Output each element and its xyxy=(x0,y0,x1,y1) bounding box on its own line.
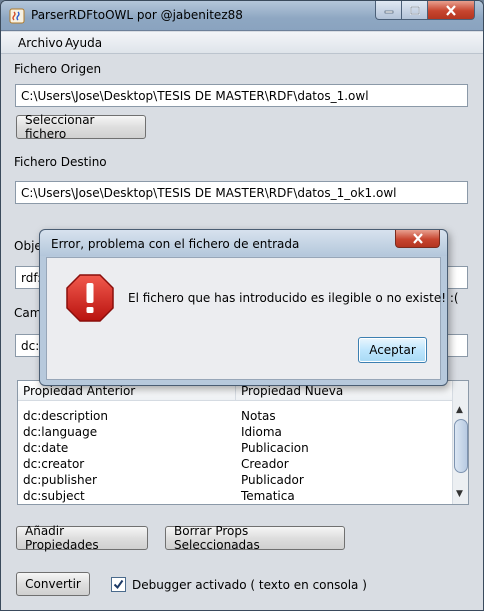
table-row[interactable]: dc:subject Tematica xyxy=(18,488,452,504)
minimize-icon xyxy=(384,10,393,14)
header-propiedad-anterior[interactable]: Propiedad Anterior xyxy=(23,384,135,398)
cell-anterior: dc:date xyxy=(23,441,69,455)
checkmark-icon xyxy=(113,579,124,590)
cell-nueva: Idioma xyxy=(241,425,282,439)
window-title: ParserRDFtoOWL por @jabenitez88 xyxy=(31,8,243,22)
table-row[interactable]: dc:description Notas xyxy=(18,408,452,424)
campo-label: Cam xyxy=(14,306,42,320)
table-scrollbar[interactable]: ▲ ▼ xyxy=(452,381,468,504)
debugger-label[interactable]: Debugger activado ( texto en consola ) xyxy=(132,578,367,592)
objeto-label: Obje xyxy=(14,239,42,253)
destino-path-field[interactable]: C:\Users\Jose\Desktop\TESIS DE MASTER\RD… xyxy=(15,181,468,204)
java-app-icon xyxy=(9,8,25,24)
maximize-icon xyxy=(409,5,420,15)
table-row[interactable]: dc:date Publicacion xyxy=(18,440,452,456)
convert-button[interactable]: Convertir xyxy=(16,572,90,596)
maximize-button[interactable] xyxy=(401,1,428,20)
delete-selected-button[interactable]: Borrar Props Seleccionadas xyxy=(165,524,345,552)
main-window: ParserRDFtoOWL por @jabenitez88 Archivo … xyxy=(0,0,484,611)
cell-anterior: dc:creator xyxy=(23,457,85,471)
title-bar[interactable]: ParserRDFtoOWL por @jabenitez88 xyxy=(1,1,483,31)
minimize-button[interactable] xyxy=(375,1,402,20)
dialog-close-button[interactable] xyxy=(395,230,440,248)
header-propiedad-nueva[interactable]: Propiedad Nueva xyxy=(241,384,343,398)
table-row[interactable]: dc:language Idioma xyxy=(18,424,452,440)
close-button[interactable] xyxy=(427,1,475,20)
menu-bar: Archivo Ayuda xyxy=(1,32,483,54)
scroll-down-icon[interactable]: ▼ xyxy=(456,489,463,499)
select-file-button[interactable]: Seleccionar fichero xyxy=(16,113,146,141)
add-properties-button[interactable]: Añadir Propiedades xyxy=(16,524,148,552)
close-icon xyxy=(412,233,423,244)
origen-label: Fichero Origen xyxy=(14,62,102,76)
properties-table[interactable]: Propiedad Anterior Propiedad Nueva dc:de… xyxy=(17,380,469,505)
menu-ayuda[interactable]: Ayuda xyxy=(65,36,102,50)
error-icon xyxy=(66,274,114,322)
cell-nueva: Publicacion xyxy=(241,441,309,455)
cell-anterior: dc:description xyxy=(23,409,108,423)
cell-nueva: Publicador xyxy=(241,473,304,487)
dialog-title: Error, problema con el fichero de entrad… xyxy=(51,237,300,251)
cell-anterior: dc:language xyxy=(23,425,98,439)
table-row[interactable]: dc:publisher Publicador xyxy=(18,472,452,488)
debugger-checkbox[interactable] xyxy=(111,577,126,592)
scroll-up-icon[interactable]: ▲ xyxy=(456,405,463,415)
cell-anterior: dc:subject xyxy=(23,489,85,503)
close-icon xyxy=(446,4,456,16)
accept-button[interactable]: Aceptar xyxy=(358,337,427,363)
cell-anterior: dc:publisher xyxy=(23,473,97,487)
destino-label: Fichero Destino xyxy=(14,155,107,169)
cell-nueva: Tematica xyxy=(241,489,295,503)
cell-nueva: Creador xyxy=(241,457,289,471)
dialog-title-bar[interactable]: Error, problema con el fichero de entrad… xyxy=(40,230,447,256)
dialog-body: El fichero que has introducido es ilegib… xyxy=(46,257,459,380)
dialog-message: El fichero que has introducido es ilegib… xyxy=(128,291,459,305)
menu-archivo[interactable]: Archivo xyxy=(18,36,63,50)
scroll-thumb[interactable] xyxy=(454,419,468,473)
table-row[interactable]: dc:creator Creador xyxy=(18,456,452,472)
error-dialog: Error, problema con el fichero de entrad… xyxy=(39,229,459,386)
origen-path-field[interactable]: C:\Users\Jose\Desktop\TESIS DE MASTER\RD… xyxy=(15,84,468,107)
cell-nueva: Notas xyxy=(241,409,276,423)
